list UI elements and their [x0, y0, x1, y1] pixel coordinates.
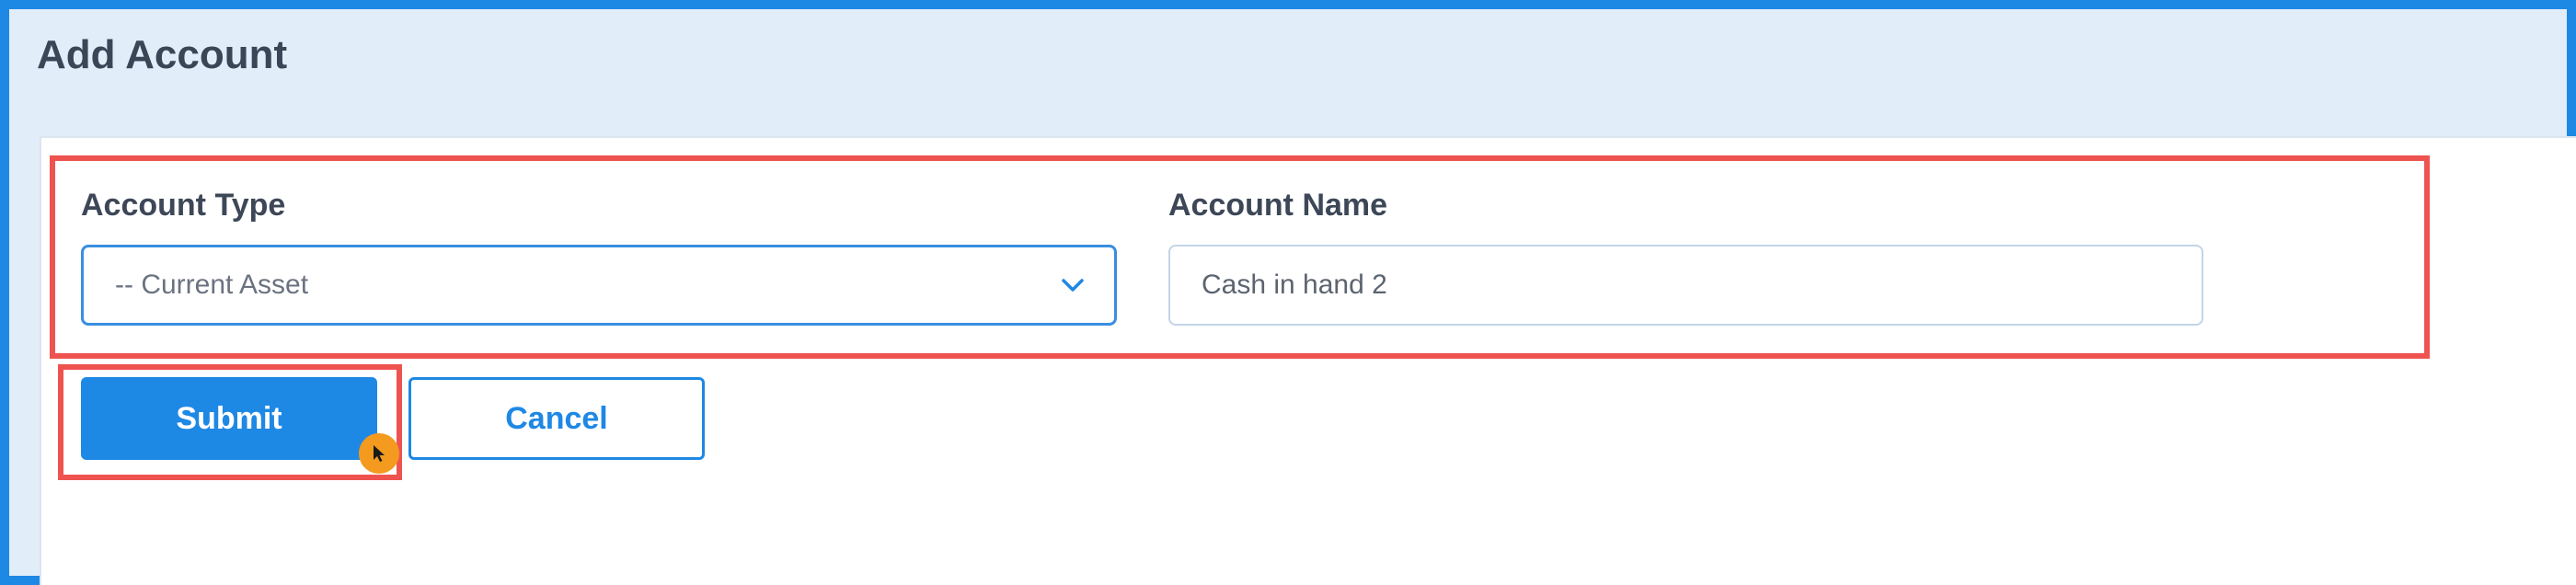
account-name-label: Account Name: [1168, 188, 1388, 223]
account-type-select[interactable]: -- Current Asset: [81, 245, 1117, 326]
cancel-button[interactable]: Cancel: [408, 377, 705, 460]
account-type-selected-value: -- Current Asset: [115, 270, 309, 300]
page-title: Add Account: [37, 32, 288, 77]
chevron-down-icon: [1059, 271, 1087, 299]
account-name-input[interactable]: [1168, 245, 2203, 326]
submit-button[interactable]: Submit: [81, 377, 377, 460]
account-type-label: Account Type: [81, 188, 286, 223]
